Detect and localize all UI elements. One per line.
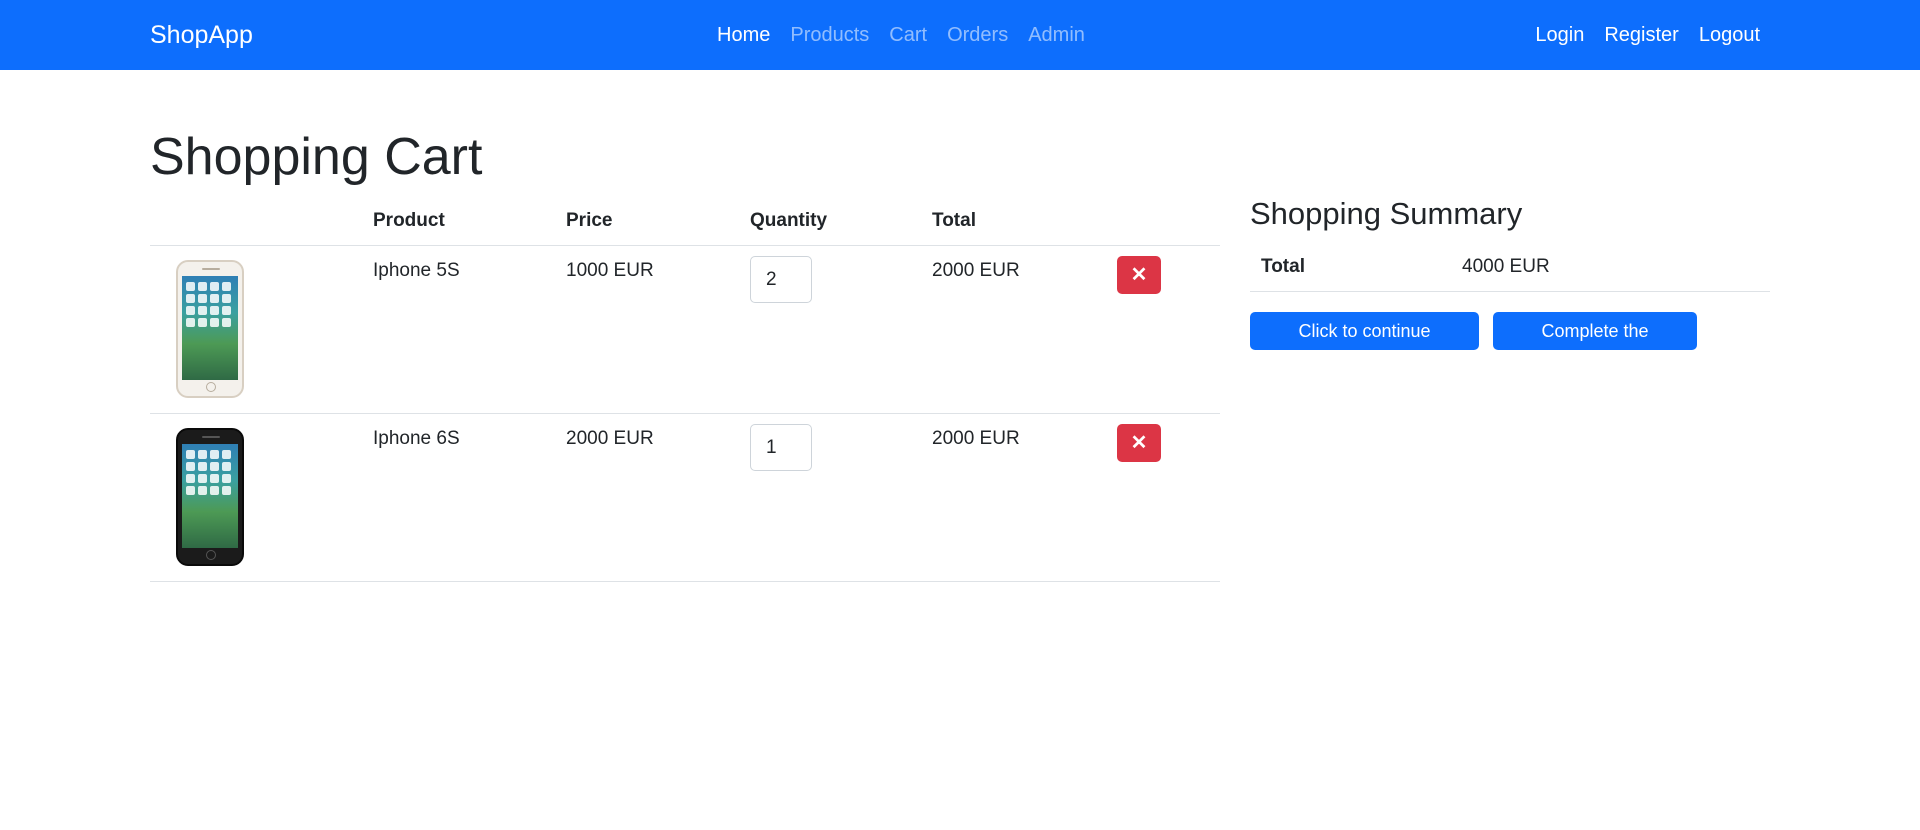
nav-link-orders[interactable]: Orders	[947, 24, 1008, 47]
nav-link-login[interactable]: Login	[1535, 24, 1584, 47]
row-total: 2000 EUR	[932, 260, 1020, 281]
nav-link-logout[interactable]: Logout	[1699, 24, 1760, 47]
summary-total-label: Total	[1261, 256, 1305, 277]
iphone-black-icon	[176, 428, 244, 566]
remove-item-button[interactable]: ✕	[1117, 424, 1161, 462]
summary-title: Shopping Summary	[1250, 196, 1523, 231]
product-name: Iphone 5S	[373, 260, 460, 281]
header-total: Total	[932, 210, 976, 231]
cart-table-header: Product Price Quantity Total	[150, 200, 1220, 246]
remove-item-button[interactable]: ✕	[1117, 256, 1161, 294]
brand-link[interactable]: ShopApp	[150, 0, 253, 70]
continue-shopping-button[interactable]: Click to continue shopping	[1250, 312, 1479, 379]
nav-link-cart[interactable]: Cart	[889, 24, 927, 47]
auth-nav: Login Register Logout	[1515, 0, 1760, 70]
complete-shopping-button[interactable]: Complete the shopping	[1493, 312, 1697, 379]
header-price: Price	[566, 210, 613, 231]
top-navbar: ShopApp Home Products Cart Orders Admin …	[0, 0, 1920, 70]
iphone-white-icon	[176, 260, 244, 398]
quantity-input[interactable]	[750, 256, 812, 303]
product-name: Iphone 6S	[373, 428, 460, 449]
cart-table: Product Price Quantity Total Iphone 5S 1…	[150, 200, 1220, 582]
product-price: 2000 EUR	[566, 428, 654, 449]
quantity-input[interactable]	[750, 424, 812, 471]
product-price: 1000 EUR	[566, 260, 654, 281]
table-row: Iphone 6S 2000 EUR 2000 EUR ✕	[150, 414, 1220, 582]
nav-link-products[interactable]: Products	[790, 24, 869, 47]
page-title: Shopping Cart	[150, 128, 483, 186]
header-product: Product	[373, 210, 445, 231]
summary-total-value: 4000 EUR	[1462, 256, 1550, 277]
main-nav: Home Products Cart Orders Admin	[717, 0, 1105, 70]
row-total: 2000 EUR	[932, 428, 1020, 449]
nav-link-home[interactable]: Home	[717, 24, 770, 47]
nav-link-register[interactable]: Register	[1604, 24, 1678, 47]
summary-total-row: Total 4000 EUR	[1250, 250, 1770, 292]
table-row: Iphone 5S 1000 EUR 2000 EUR ✕	[150, 246, 1220, 414]
header-quantity: Quantity	[750, 210, 828, 231]
nav-link-admin[interactable]: Admin	[1028, 24, 1085, 47]
